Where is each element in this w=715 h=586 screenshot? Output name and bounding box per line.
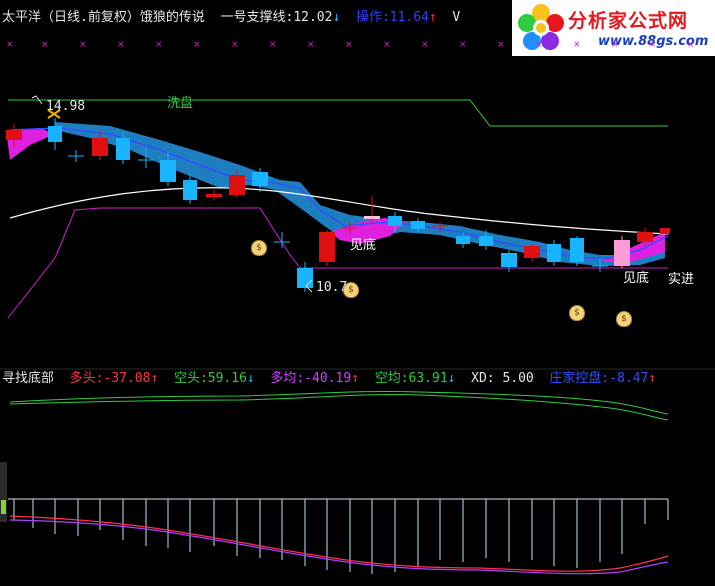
zhuangjia-value: -8.47 (609, 371, 649, 386)
xd-value: 5.00 (502, 371, 534, 386)
volume-bars (13, 499, 669, 574)
svg-text:×: × (535, 40, 543, 50)
svg-text:×: × (345, 40, 353, 50)
scrollbar-thumb[interactable] (1, 500, 6, 514)
kongtou-value: 59.16 (207, 371, 247, 386)
green-line-upper (9, 390, 669, 415)
duojun-arrow-icon: ↑ (351, 371, 360, 386)
sub-chart-header: 寻找底部 多头:-37.08↑ 空头:59.16↓ 多均:-40.19↑ 空均:… (2, 371, 656, 387)
svg-text:×: × (6, 40, 14, 50)
duotou-arrow-icon: ↑ (150, 371, 159, 386)
sub-chart-scrollbar[interactable] (0, 462, 7, 522)
zhuangjia-label: 庄家控盘: (549, 371, 610, 386)
candles (6, 118, 670, 292)
xipan-line (8, 99, 668, 127)
svg-text:×: × (155, 40, 163, 50)
money-bag-icon: $ (343, 282, 359, 298)
svg-text:×: × (687, 40, 695, 50)
shijin-label: 实进 (668, 272, 695, 287)
duojun-value: -40.19 (304, 371, 352, 386)
money-bag-icon: $ (251, 240, 267, 256)
kongjun-value: 63.91 (408, 371, 448, 386)
kongjun-label: 空均: (374, 371, 409, 386)
svg-text:×: × (269, 40, 277, 50)
svg-text:×: × (421, 40, 429, 50)
sub-title: 寻找底部 (2, 371, 55, 386)
jiandi-label-1: 见底 (350, 238, 377, 253)
svg-text:×: × (649, 40, 657, 50)
high-price-label: 14.98 (46, 99, 86, 114)
duotou-label: 多头: (69, 371, 104, 386)
x-marker-row: × × × × × × × × × × × × × × × × × × × (6, 40, 695, 50)
svg-text:×: × (79, 40, 87, 50)
svg-text:×: × (231, 40, 239, 50)
xipan-label: 洗盘 (167, 96, 194, 111)
svg-text:×: × (497, 40, 505, 50)
kongtou-arrow-icon: ↓ (246, 371, 255, 386)
jiandi-label-2: 见底 (623, 271, 650, 286)
xd-label: XD: (471, 371, 495, 386)
duotou-value: -37.08 (103, 371, 151, 386)
kongtou-label: 空头: (173, 371, 208, 386)
sub-purple-line (9, 519, 669, 575)
svg-text:×: × (611, 40, 619, 50)
svg-text:×: × (193, 40, 201, 50)
svg-text:×: × (41, 40, 49, 50)
zhuangjia-arrow-icon: ↑ (648, 371, 657, 386)
money-bag-icon: $ (569, 305, 585, 321)
sub-red-line (9, 515, 669, 572)
svg-text:×: × (307, 40, 315, 50)
svg-text:×: × (383, 40, 391, 50)
duojun-label: 多均: (270, 371, 305, 386)
svg-text:×: × (117, 40, 125, 50)
money-bag-icon: $ (616, 311, 632, 327)
svg-text:×: × (459, 40, 467, 50)
kongjun-arrow-icon: ↓ (447, 371, 456, 386)
svg-text:×: × (573, 40, 581, 50)
